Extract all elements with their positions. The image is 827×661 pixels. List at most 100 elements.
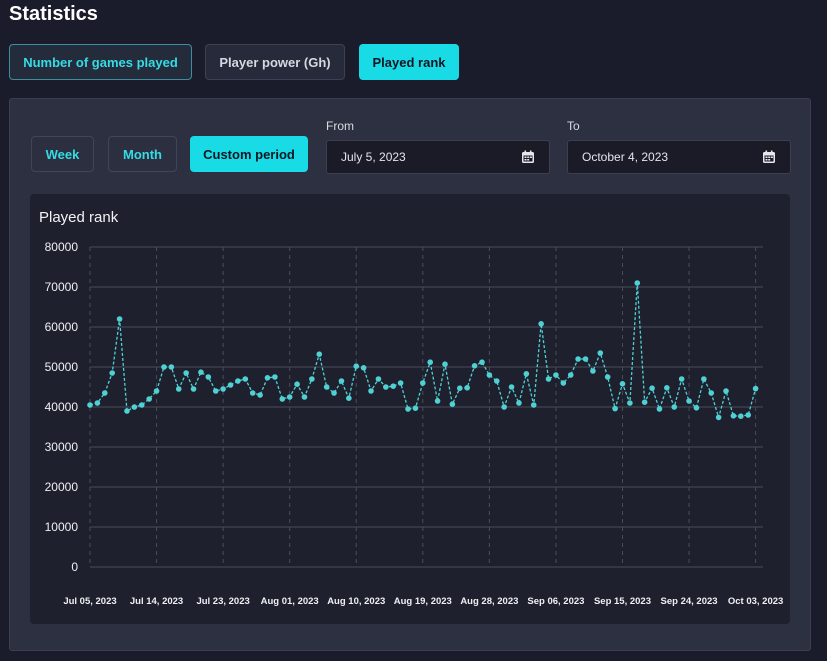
data-point [323,384,330,390]
data-point [708,390,715,396]
x-tick-label: Aug 10, 2023 [327,596,385,607]
data-point [656,406,663,412]
x-tick-label: Aug 19, 2023 [394,596,452,607]
from-date-value: July 5, 2023 [341,150,406,164]
week-button[interactable]: Week [31,136,94,172]
calendar-icon[interactable] [762,150,776,164]
data-point [390,383,397,389]
data-point [168,364,175,370]
y-tick-label: 60000 [45,320,79,334]
data-point [664,385,670,391]
data-point [597,350,604,356]
data-point [264,375,271,381]
data-point [486,372,493,378]
data-point [479,359,485,365]
data-point [116,316,123,322]
x-tick-label: Sep 06, 2023 [527,596,584,607]
data-point [242,376,249,382]
x-tick-label: Aug 28, 2023 [460,596,518,607]
data-point [301,394,308,400]
data-point [383,384,389,390]
data-point [590,368,596,374]
month-button[interactable]: Month [108,136,177,172]
from-date-input[interactable]: July 5, 2023 [326,140,550,174]
x-tick-label: Sep 15, 2023 [594,596,651,607]
y-tick-label: 30000 [45,440,79,454]
x-tick-label: Jul 05, 2023 [63,596,116,607]
chart-card: Played rank 80000 70000 60000 50000 40000 300… [30,194,790,624]
data-point [346,395,352,401]
data-point [198,369,204,375]
data-point [101,390,108,396]
data-point [427,359,434,365]
data-point [286,394,293,400]
data-point [582,356,589,362]
data-point [641,399,648,405]
y-tick-label: 40000 [45,400,79,414]
data-point [331,390,337,396]
data-point [671,404,678,410]
statistics-panel: Week Month Custom period From July 5, 20… [9,98,811,651]
data-point [449,401,456,407]
y-tick-label: 10000 [45,520,79,534]
data-point [627,400,633,406]
data-point [567,372,574,378]
data-point [368,388,374,394]
data-point [190,386,197,392]
data-point [693,405,700,411]
data-point [94,400,101,406]
data-point [220,386,226,392]
played-rank-chart: 80000 70000 60000 50000 40000 30000 20000 10000… [45,240,784,607]
tab-player-power[interactable]: Player power (Gh) [205,44,345,80]
data-point [434,398,441,404]
tab-played-rank[interactable]: Played rank [359,44,459,80]
data-point [715,414,722,421]
data-point [686,398,692,404]
tab-number-of-games-played[interactable]: Number of games played [9,44,192,80]
data-point [272,374,278,380]
data-point [87,402,93,408]
data-point [456,385,463,391]
data-point [309,376,315,382]
data-point [294,381,300,387]
data-point [227,382,234,388]
x-tick-label: Aug 01, 2023 [261,596,319,607]
data-point [279,396,286,402]
data-point [501,404,507,410]
data-point [493,378,500,384]
data-point [205,374,212,380]
custom-period-button[interactable]: Custom period [190,136,308,172]
data-point [701,376,707,382]
calendar-icon[interactable] [521,150,535,164]
data-point [397,380,404,386]
y-tick-label: 50000 [45,360,79,374]
data-point [360,365,367,371]
to-date-input[interactable]: October 4, 2023 [567,140,791,174]
x-tick-label: Jul 14, 2023 [130,596,183,607]
data-point [612,405,618,412]
data-point [442,361,448,367]
data-point [752,385,759,392]
data-point [523,371,530,377]
data-point [508,384,515,390]
data-point [516,400,522,406]
data-point [545,376,552,382]
data-point [131,404,138,410]
data-point [316,351,323,357]
y-tick-label: 80000 [45,240,79,254]
x-tick-label: Jul 23, 2023 [196,596,249,607]
data-point [161,364,167,370]
data-point [420,380,426,386]
data-point [138,402,145,408]
data-point [604,374,611,380]
data-point [560,380,567,386]
data-point [257,392,263,398]
y-tick-label: 0 [71,560,78,574]
data-point [153,388,160,394]
data-point [338,378,345,384]
data-point [723,388,729,394]
x-tick-label: Sep 24, 2023 [661,596,718,607]
x-tick-label: Oct 03, 2023 [728,596,783,607]
data-point [212,388,219,394]
y-tick-label: 70000 [45,280,79,294]
